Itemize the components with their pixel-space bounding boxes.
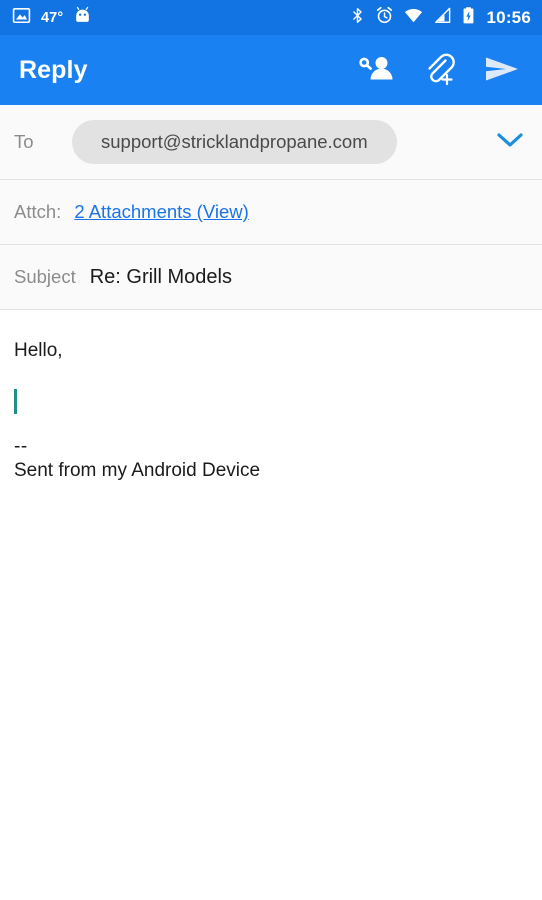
- battery-charging-icon: [461, 6, 476, 30]
- status-temperature: 47°: [41, 9, 64, 26]
- body-blank-line-2: [14, 414, 528, 436]
- body-blank-line-1: [14, 363, 528, 389]
- message-body-input[interactable]: Hello, -- Sent from my Android Device: [0, 310, 542, 900]
- to-field-row[interactable]: To support@stricklandpropane.com: [0, 105, 542, 180]
- android-robot-icon: [73, 6, 92, 30]
- expand-recipients-button[interactable]: [490, 122, 530, 162]
- page-title: Reply: [19, 55, 88, 84]
- email-compose-screen: 47° 10:56 Reply To support@stricklandpro…: [0, 0, 542, 900]
- status-bar: 47° 10:56: [0, 0, 542, 35]
- status-bar-left-group: 47°: [12, 6, 92, 30]
- send-icon: [484, 54, 520, 87]
- body-greeting-line: Hello,: [14, 340, 63, 361]
- compose-header-fields: To support@stricklandpropane.com Attch: …: [0, 105, 542, 310]
- cellular-signal-icon: [433, 6, 452, 30]
- attach-file-icon: [422, 52, 456, 89]
- subject-label: Subject: [14, 266, 76, 287]
- attachments-field-row: Attch: 2 Attachments (View): [0, 180, 542, 245]
- attachments-label: Attch:: [14, 201, 62, 222]
- attach-file-button[interactable]: [416, 47, 462, 93]
- app-bar: Reply: [0, 35, 542, 105]
- wifi-icon: [403, 6, 424, 30]
- subject-field-row[interactable]: Subject Re: Grill Models: [0, 245, 542, 310]
- signature-line: Sent from my Android Device: [14, 460, 261, 481]
- photo-icon: [12, 6, 31, 30]
- to-label: To: [14, 131, 34, 152]
- recipient-chip[interactable]: support@stricklandpropane.com: [72, 120, 397, 164]
- status-bar-right-group: 10:56: [349, 6, 531, 30]
- send-button[interactable]: [479, 47, 525, 93]
- view-attachments-link[interactable]: 2 Attachments (View): [74, 201, 248, 223]
- chevron-down-icon: [495, 130, 525, 155]
- body-cursor-line: [14, 389, 528, 414]
- text-cursor: [14, 389, 17, 414]
- add-recipient-icon: [358, 54, 394, 87]
- status-clock: 10:56: [486, 7, 531, 27]
- subject-input[interactable]: Re: Grill Models: [90, 266, 232, 289]
- bluetooth-icon: [349, 6, 366, 30]
- alarm-icon: [375, 6, 394, 30]
- add-recipient-button[interactable]: [353, 47, 399, 93]
- app-bar-actions: [353, 47, 525, 93]
- signature-separator: --: [14, 436, 28, 457]
